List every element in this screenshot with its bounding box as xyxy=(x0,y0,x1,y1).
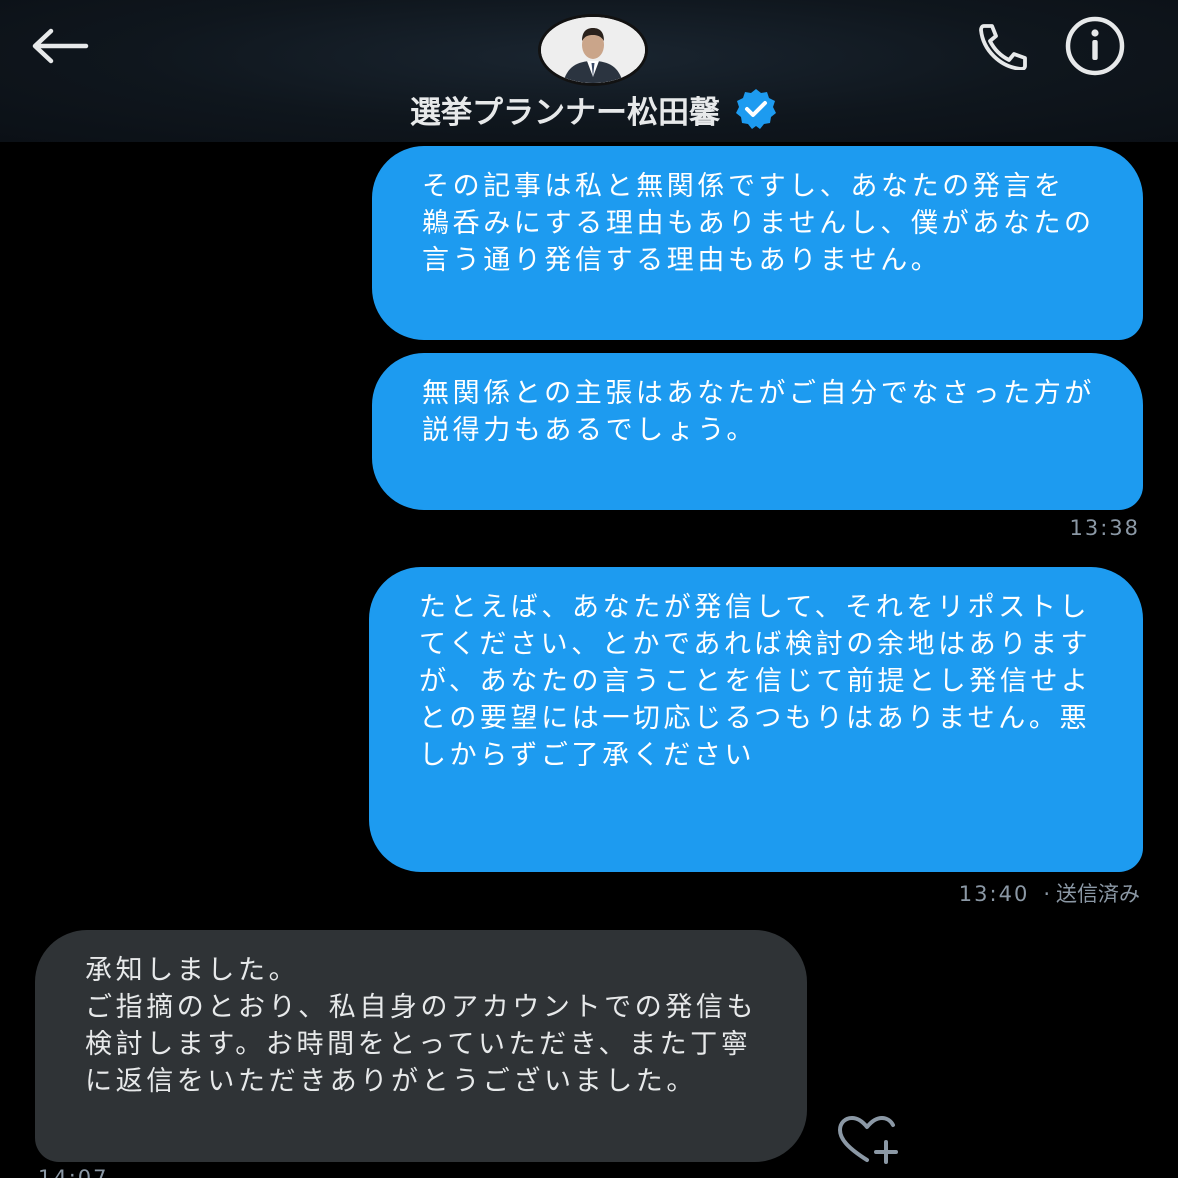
display-name[interactable]: 選挙プランナー松田馨 xyxy=(314,84,874,134)
profile-photo xyxy=(541,17,645,83)
message-timestamp: 13:38 xyxy=(1069,516,1140,540)
arrow-left-icon xyxy=(32,28,89,64)
phone-icon xyxy=(979,24,1027,70)
message-timestamp: 13:40 xyxy=(958,882,1030,906)
display-name-text: 選挙プランナー松田馨 xyxy=(410,94,720,131)
back-button[interactable] xyxy=(22,18,98,74)
message-bubble-sent[interactable]: その記事は私と無関係ですし、あなたの発言を鵜呑みにする理由もありませんし、僕があ… xyxy=(372,146,1143,340)
heart-plus-icon xyxy=(838,1116,898,1164)
message-status: 13:40 · 送信済み xyxy=(959,878,1140,908)
avatar[interactable] xyxy=(538,14,648,86)
message-bubble-sent[interactable]: たとえば、あなたが発信して、それをリポストしてください、とかであれば検討の余地は… xyxy=(369,567,1143,872)
call-button[interactable] xyxy=(960,14,1040,78)
info-button[interactable] xyxy=(1056,10,1134,82)
message-timestamp: 14:07 xyxy=(38,1166,109,1178)
info-icon xyxy=(1065,16,1125,76)
sent-status-label: 送信済み xyxy=(1056,882,1140,906)
add-reaction-button[interactable] xyxy=(832,1112,902,1168)
message-bubble-sent[interactable]: 無関係との主張はあなたがご自分でなさった方が説得力もあるでしょう。 xyxy=(372,353,1143,510)
separator-dot: · xyxy=(1043,882,1050,906)
message-bubble-received[interactable]: 承知しました。 ご指摘のとおり、私自身のアカウントでの発信も検討します。お時間を… xyxy=(35,930,807,1162)
verified-badge-icon xyxy=(736,89,776,129)
conversation-header: 選挙プランナー松田馨 xyxy=(0,0,1178,142)
